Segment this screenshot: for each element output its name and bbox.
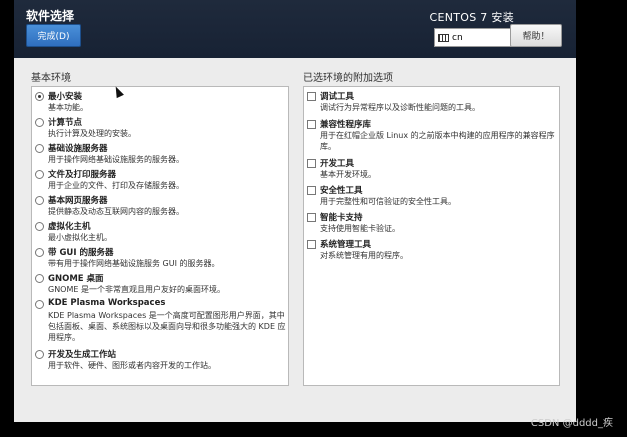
radio-button[interactable] bbox=[35, 144, 44, 153]
addon-item-name: 安全性工具 bbox=[320, 186, 363, 196]
watermark: CSDN @dddd_疾 bbox=[530, 418, 613, 429]
radio-button[interactable] bbox=[35, 222, 44, 231]
page-title: 软件选择 bbox=[26, 9, 75, 23]
product-title: CENTOS 7 安装 bbox=[429, 11, 514, 24]
checkbox[interactable] bbox=[307, 213, 316, 222]
addon-item-name: 兼容性程序库 bbox=[320, 120, 372, 130]
env-item-name: 文件及打印服务器 bbox=[48, 170, 117, 180]
env-item-name: GNOME 桌面 bbox=[48, 274, 104, 284]
env-item-name: 虚拟化主机 bbox=[48, 222, 91, 232]
keyboard-icon bbox=[438, 33, 449, 42]
env-item-name: 计算节点 bbox=[48, 118, 83, 128]
base-environment-label: 基本环境 bbox=[31, 73, 71, 84]
addon-item-name: 智能卡支持 bbox=[320, 213, 363, 223]
header-bar: 软件选择 完成(D) CENTOS 7 安装 cn 帮助！ bbox=[14, 0, 576, 58]
addons-label: 已选环境的附加选项 bbox=[303, 73, 393, 84]
radio-button[interactable] bbox=[35, 350, 44, 359]
env-item-desc: 最小虚拟化主机。 bbox=[48, 233, 112, 242]
env-item-desc: 提供静态及动态互联网内容的服务器。 bbox=[48, 207, 184, 216]
addon-item-desc: 对系统管理有用的程序。 bbox=[320, 251, 408, 260]
env-item-desc: 用于软件、硬件、图形或者内容开发的工作站。 bbox=[48, 361, 216, 370]
keyboard-layout-label: cn bbox=[452, 32, 463, 43]
env-item-desc: KDE Plasma Workspaces 是一个高度可配置图形用户界面，其中包… bbox=[48, 311, 286, 342]
env-item-name: 基础设施服务器 bbox=[48, 144, 108, 154]
done-button[interactable]: 完成(D) bbox=[26, 24, 81, 47]
keyboard-layout-indicator[interactable]: cn bbox=[434, 28, 512, 47]
radio-button[interactable] bbox=[35, 196, 44, 205]
env-item-desc: 基本功能。 bbox=[48, 103, 88, 112]
env-item-name: 最小安装 bbox=[48, 92, 83, 102]
addon-item-name: 开发工具 bbox=[320, 159, 355, 169]
radio-button[interactable] bbox=[35, 248, 44, 257]
checkbox[interactable] bbox=[307, 92, 316, 101]
base-environment-list: 最小安装 基本功能。 计算节点 执行计算及处理的安装。 基础设施服务器 用于操作… bbox=[31, 86, 289, 386]
radio-button[interactable] bbox=[35, 300, 44, 309]
env-item-desc: 用于企业的文件、打印及存储服务器。 bbox=[48, 181, 184, 190]
radio-button[interactable] bbox=[35, 274, 44, 283]
env-item-name: 带 GUI 的服务器 bbox=[48, 248, 114, 258]
env-item-desc: 带有用于操作网络基础设施服务 GUI 的服务器。 bbox=[48, 259, 220, 268]
help-button[interactable]: 帮助！ bbox=[510, 24, 562, 47]
addon-item-desc: 用于完整性和可信验证的安全性工具。 bbox=[320, 197, 456, 206]
radio-button[interactable] bbox=[35, 170, 44, 179]
checkbox[interactable] bbox=[307, 159, 316, 168]
checkbox[interactable] bbox=[307, 240, 316, 249]
checkbox[interactable] bbox=[307, 186, 316, 195]
radio-button[interactable] bbox=[35, 118, 44, 127]
addon-item-desc: 调试行为异常程序以及诊断性能问题的工具。 bbox=[320, 103, 480, 112]
env-item-name: 基本网页服务器 bbox=[48, 196, 108, 206]
addons-list: 调试工具 调试行为异常程序以及诊断性能问题的工具。 兼容性程序库 用于在红帽企业… bbox=[303, 86, 560, 386]
checkbox[interactable] bbox=[307, 120, 316, 129]
addon-item-desc: 基本开发环境。 bbox=[320, 170, 376, 179]
installer-screen: 软件选择 完成(D) CENTOS 7 安装 cn 帮助！ 基本环境 已选环境的… bbox=[14, 0, 576, 422]
env-item-desc: 用于操作网络基础设施服务的服务器。 bbox=[48, 155, 184, 164]
addon-item-desc: 用于在红帽企业版 Linux 的之前版本中构建的应用程序的兼容程序库。 bbox=[320, 131, 555, 151]
env-item-desc: 执行计算及处理的安装。 bbox=[48, 129, 136, 138]
env-item-name: 开发及生成工作站 bbox=[48, 350, 117, 360]
addon-item-name: 调试工具 bbox=[320, 92, 355, 102]
addon-item-name: 系统管理工具 bbox=[320, 240, 372, 250]
env-item-name: KDE Plasma Workspaces bbox=[48, 298, 166, 308]
env-item-desc: GNOME 是一个非常直观且用户友好的桌面环境。 bbox=[48, 285, 225, 294]
radio-button-selected[interactable] bbox=[35, 92, 44, 101]
addon-item-desc: 支持使用智能卡验证。 bbox=[320, 224, 400, 233]
